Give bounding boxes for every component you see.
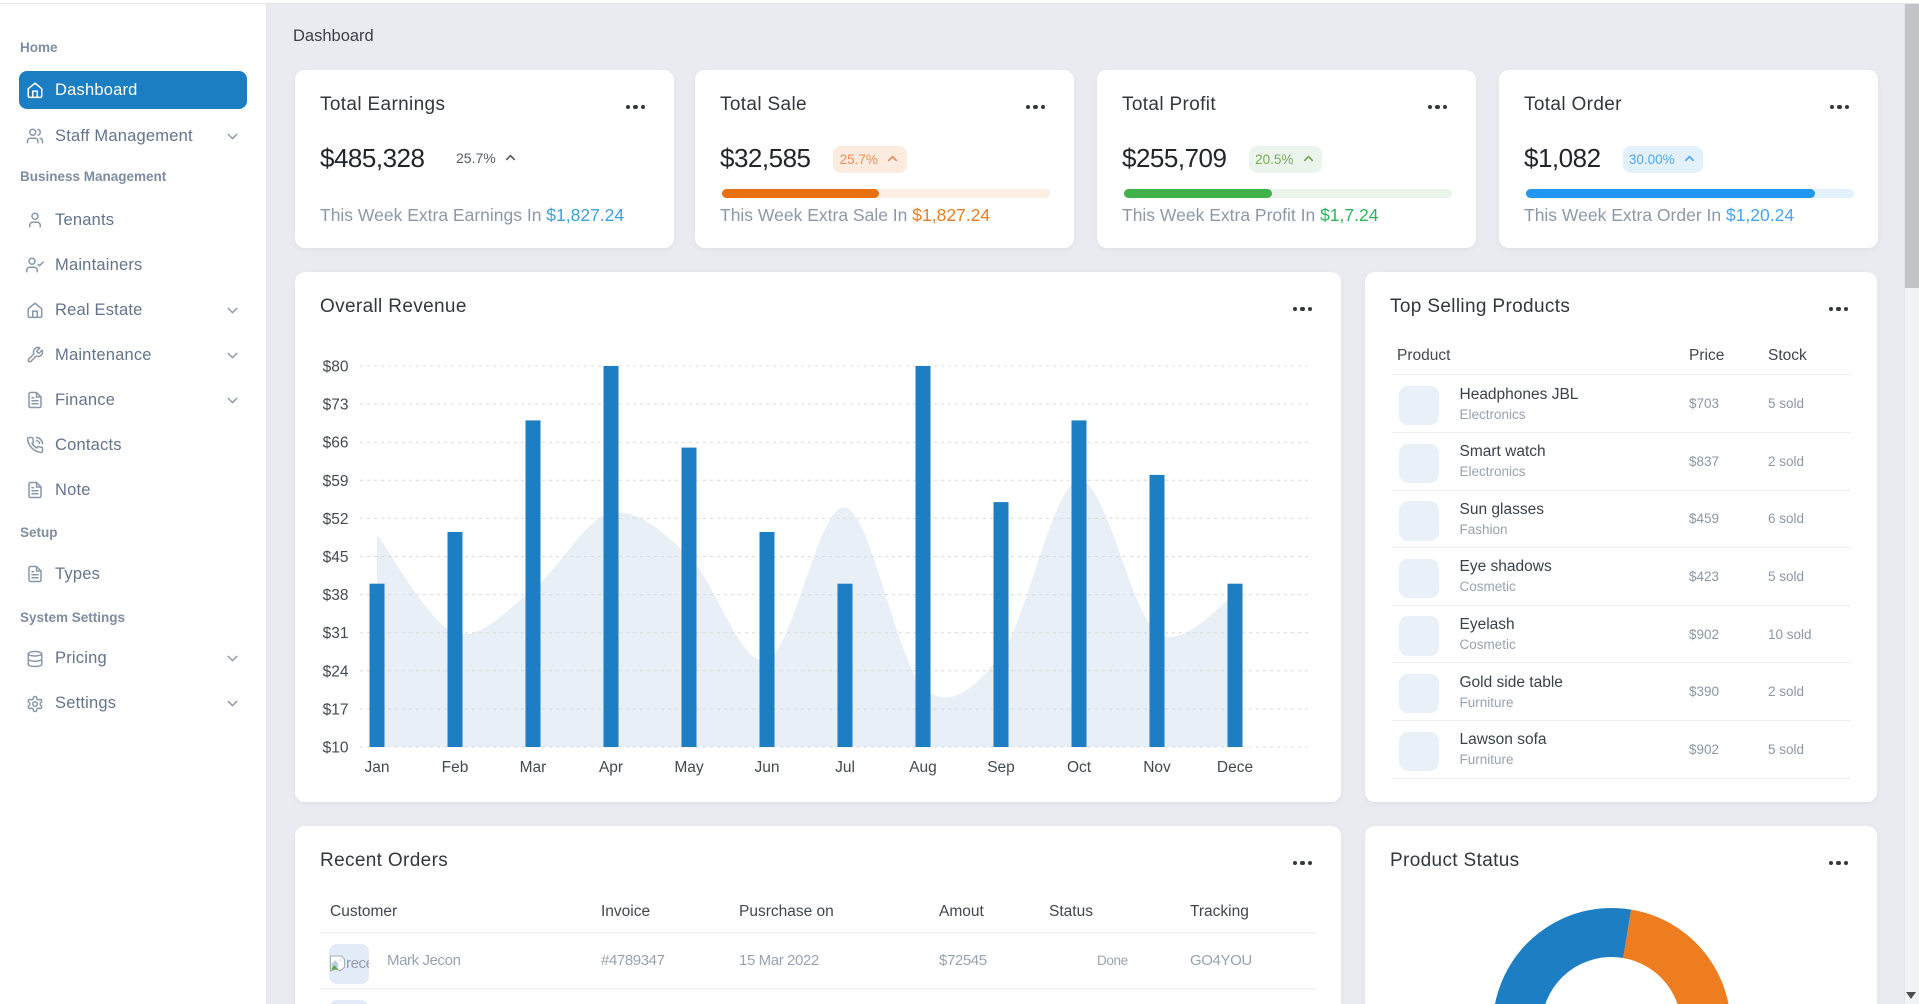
svg-text:$45: $45 — [323, 549, 349, 566]
svg-text:$31: $31 — [323, 625, 349, 642]
svg-text:$10: $10 — [323, 740, 349, 757]
svg-text:$73: $73 — [323, 397, 349, 414]
svg-text:Dece: Dece — [1217, 759, 1253, 776]
svg-text:$24: $24 — [323, 663, 349, 680]
svg-text:$66: $66 — [323, 435, 349, 452]
svg-text:$17: $17 — [323, 701, 349, 718]
svg-text:Jun: Jun — [755, 759, 780, 776]
svg-text:$52: $52 — [323, 511, 349, 528]
svg-text:Nov: Nov — [1143, 759, 1171, 776]
svg-text:May: May — [674, 759, 704, 776]
svg-text:Aug: Aug — [909, 759, 937, 776]
svg-text:Mar: Mar — [520, 759, 547, 776]
svg-text:Feb: Feb — [442, 759, 469, 776]
svg-text:$80: $80 — [323, 359, 349, 376]
svg-text:$38: $38 — [323, 587, 349, 604]
svg-text:Apr: Apr — [599, 759, 623, 776]
svg-text:Jul: Jul — [835, 759, 855, 776]
svg-text:Jan: Jan — [365, 759, 390, 776]
svg-text:Oct: Oct — [1067, 759, 1092, 776]
svg-text:Sep: Sep — [987, 759, 1015, 776]
svg-text:$59: $59 — [323, 473, 349, 490]
